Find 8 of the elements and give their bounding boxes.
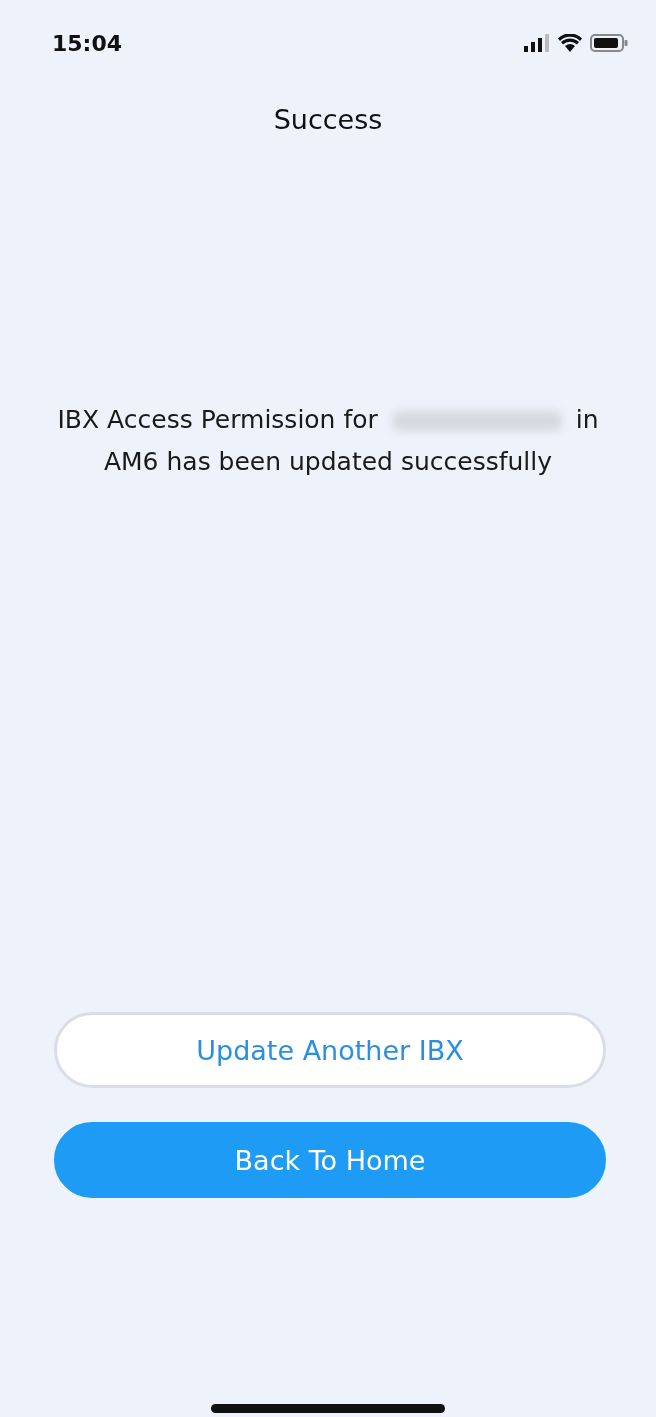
wifi-icon (558, 34, 582, 52)
battery-icon (590, 34, 628, 52)
success-message: IBX Access Permission for in AM6 has been updated successfully (56, 404, 600, 478)
update-another-button[interactable]: Update Another IBX (54, 1012, 606, 1088)
screen-title: Success (272, 104, 384, 135)
status-time: 15:04 (52, 30, 123, 56)
back-home-button[interactable]: Back To Home (54, 1122, 606, 1198)
signal-icon (524, 34, 550, 52)
